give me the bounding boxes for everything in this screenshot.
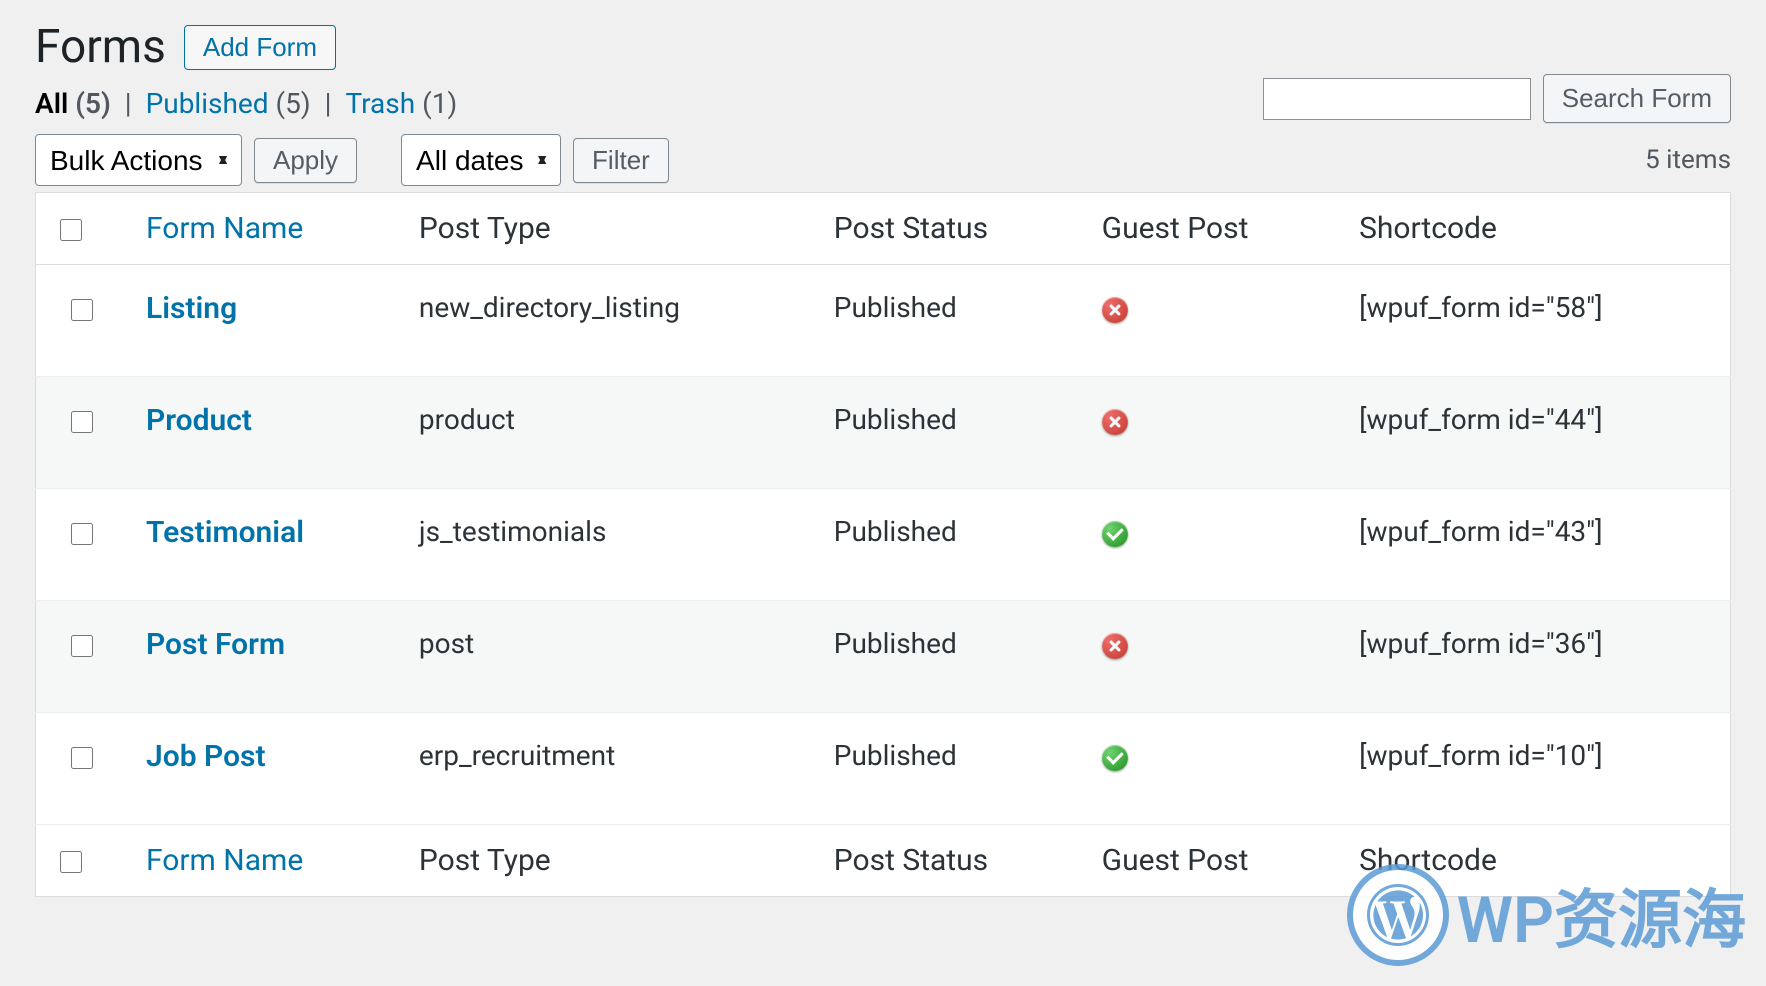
- col-post-status: Post Status: [814, 193, 1082, 265]
- x-icon: [1102, 409, 1128, 435]
- filter-trash-count: (1): [422, 87, 457, 120]
- post-status-cell: Published: [814, 489, 1082, 601]
- form-name-link[interactable]: Post Form: [146, 627, 285, 662]
- filter-published-label: Published: [146, 87, 269, 120]
- row-checkbox[interactable]: [71, 411, 93, 433]
- add-form-button[interactable]: Add Form: [184, 25, 336, 70]
- shortcode-cell: [wpuf_form id="44"]: [1339, 377, 1730, 489]
- shortcode-cell: [wpuf_form id="10"]: [1339, 713, 1730, 825]
- item-count: 5 items: [1645, 145, 1731, 175]
- post-type-cell: erp_recruitment: [399, 713, 814, 825]
- row-checkbox[interactable]: [71, 635, 93, 657]
- post-type-cell: post: [399, 601, 814, 713]
- wordpress-logo-icon: [1347, 864, 1449, 966]
- table-row: Product productPublished [wpuf_form id="44…: [36, 377, 1731, 489]
- post-type-cell: product: [399, 377, 814, 489]
- form-name-link[interactable]: Listing: [146, 291, 237, 326]
- separator: |: [319, 87, 338, 120]
- col-shortcode: Shortcode: [1339, 193, 1730, 265]
- post-type-cell: js_testimonials: [399, 489, 814, 601]
- col-form-name[interactable]: Form Name: [146, 211, 303, 246]
- forms-table: Form Name Post Type Post Status Guest Po…: [35, 192, 1731, 897]
- guest-post-cell: [1082, 601, 1339, 713]
- row-checkbox[interactable]: [71, 523, 93, 545]
- search-form-button[interactable]: Search Form: [1543, 74, 1731, 123]
- post-status-cell: Published: [814, 265, 1082, 377]
- apply-button[interactable]: Apply: [254, 138, 357, 183]
- row-checkbox[interactable]: [71, 747, 93, 769]
- date-filter-select[interactable]: All dates: [401, 134, 561, 186]
- watermark-text: WP资源海: [1457, 869, 1746, 961]
- post-type-cell: new_directory_listing: [399, 265, 814, 377]
- x-icon: [1102, 297, 1128, 323]
- check-icon: [1102, 521, 1128, 547]
- shortcode-cell: [wpuf_form id="43"]: [1339, 489, 1730, 601]
- filter-trash[interactable]: Trash (1): [345, 87, 457, 120]
- form-name-link[interactable]: Job Post: [146, 739, 266, 774]
- row-checkbox[interactable]: [71, 299, 93, 321]
- col-post-status-footer: Post Status: [814, 825, 1082, 897]
- x-icon: [1102, 633, 1128, 659]
- filter-button[interactable]: Filter: [573, 138, 669, 183]
- col-form-name-footer[interactable]: Form Name: [146, 843, 303, 878]
- filter-trash-label: Trash: [345, 87, 415, 120]
- shortcode-cell: [wpuf_form id="36"]: [1339, 601, 1730, 713]
- search-input[interactable]: [1263, 78, 1531, 120]
- guest-post-cell: [1082, 713, 1339, 825]
- form-name-link[interactable]: Product: [146, 403, 252, 438]
- table-row: Testimonial js_testimonialsPublished [wpuf…: [36, 489, 1731, 601]
- col-post-type: Post Type: [399, 193, 814, 265]
- filter-published[interactable]: Published (5): [146, 87, 311, 120]
- select-all-checkbox[interactable]: [60, 219, 82, 241]
- filter-all-label: All: [35, 87, 68, 120]
- form-name-link[interactable]: Testimonial: [146, 515, 304, 550]
- post-status-cell: Published: [814, 377, 1082, 489]
- watermark: WP资源海: [1347, 864, 1746, 966]
- select-all-checkbox-footer[interactable]: [60, 851, 82, 873]
- bulk-actions-select[interactable]: Bulk Actions: [35, 134, 242, 186]
- guest-post-cell: [1082, 265, 1339, 377]
- table-row: Listing new_directory_listingPublished [wp…: [36, 265, 1731, 377]
- guest-post-cell: [1082, 489, 1339, 601]
- post-status-cell: Published: [814, 601, 1082, 713]
- guest-post-cell: [1082, 377, 1339, 489]
- col-guest-post: Guest Post: [1082, 193, 1339, 265]
- table-row: Job Post erp_recruitmentPublished [wpuf_fo…: [36, 713, 1731, 825]
- col-post-type-footer: Post Type: [399, 825, 814, 897]
- col-guest-post-footer: Guest Post: [1082, 825, 1339, 897]
- filter-all-count: (5): [75, 87, 111, 120]
- check-icon: [1102, 745, 1128, 771]
- table-row: Post Form postPublished [wpuf_form id="36"…: [36, 601, 1731, 713]
- shortcode-cell: [wpuf_form id="58"]: [1339, 265, 1730, 377]
- filter-all[interactable]: All (5): [35, 87, 111, 120]
- filter-published-count: (5): [276, 87, 311, 120]
- post-status-cell: Published: [814, 713, 1082, 825]
- separator: |: [119, 87, 138, 120]
- page-title: Forms: [35, 20, 166, 74]
